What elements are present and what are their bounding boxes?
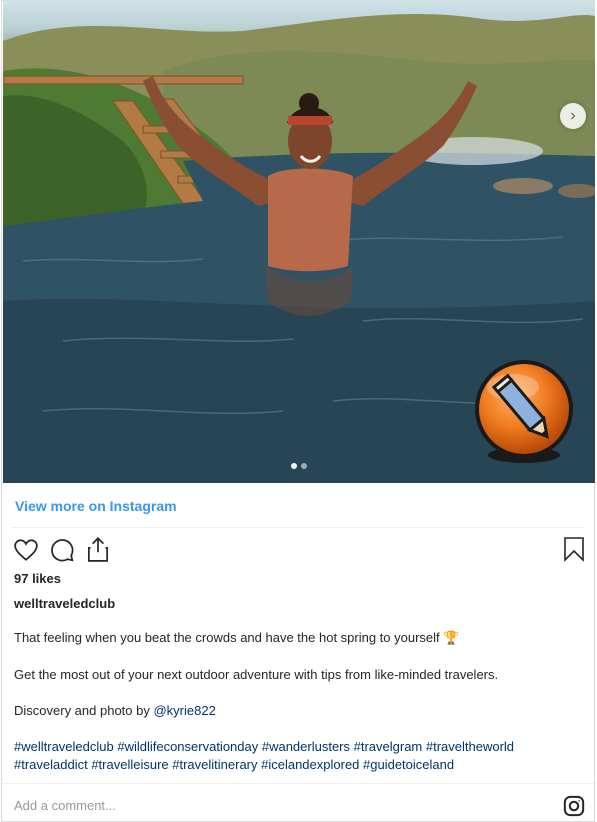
share-icon[interactable] (85, 535, 111, 563)
likes-count[interactable]: 97 likes (14, 571, 61, 586)
heart-icon[interactable] (13, 537, 39, 563)
post-username[interactable]: welltraveledclub (14, 596, 115, 611)
trophy-emoji: 🏆 (443, 630, 460, 645)
divider (12, 527, 584, 528)
caption-line: Get the most out of your next outdoor ad… (14, 667, 499, 682)
hashtag-line[interactable]: #welltraveledclub #wildlifeconservationd… (14, 739, 514, 754)
pencil-edit-icon[interactable] (471, 359, 577, 465)
post-photo[interactable]: › (3, 1, 595, 483)
comment-icon[interactable] (49, 537, 75, 563)
hashtag-line[interactable]: #traveladdict #travelleisure #travelitin… (14, 757, 454, 772)
caption-text: That feeling when you beat the crowds an… (14, 630, 440, 645)
carousel-dot-active (291, 463, 297, 469)
divider (2, 783, 594, 784)
carousel-dots (291, 463, 307, 469)
instagram-embed-card: › View more on Instagram 97 likes welltr… (1, 0, 595, 822)
view-more-link[interactable]: View more on Instagram (15, 498, 177, 514)
caption-line: Discovery and photo by @kyrie822 (14, 703, 216, 718)
carousel-dot (301, 463, 307, 469)
add-comment-input[interactable]: Add a comment... (14, 798, 116, 813)
caption-line: That feeling when you beat the crowds an… (14, 630, 459, 646)
caption-credit: Discovery and photo by (14, 703, 154, 718)
instagram-icon[interactable] (563, 795, 585, 822)
bookmark-icon[interactable] (563, 536, 585, 562)
carousel-next-button[interactable]: › (560, 103, 586, 129)
mention-link[interactable]: @kyrie822 (153, 703, 215, 718)
